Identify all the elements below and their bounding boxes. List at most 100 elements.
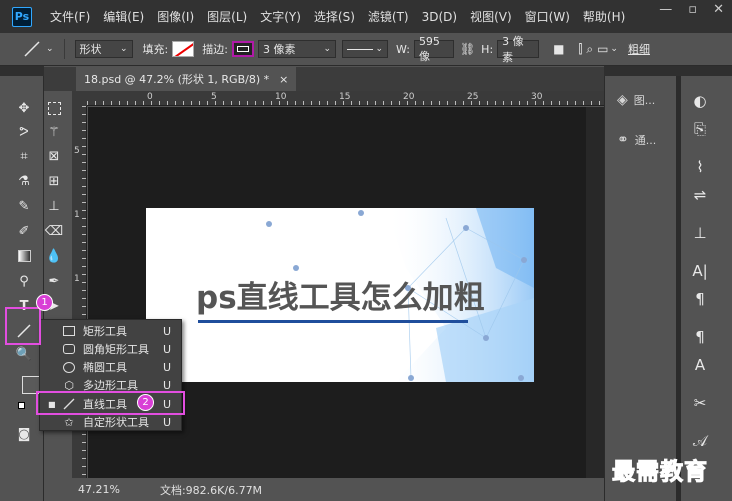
- menu-edit[interactable]: 编辑(E): [103, 8, 144, 25]
- character-styles-icon[interactable]: A: [688, 354, 712, 376]
- flyout-item-ellipse[interactable]: 椭圆工具 U: [40, 358, 181, 376]
- path-alignment-icon[interactable]: ⫿: [579, 42, 583, 57]
- line-tool-preset-icon[interactable]: [22, 39, 42, 59]
- toolbar-collapse-strip[interactable]: [0, 66, 44, 76]
- photoshop-logo: Ps: [12, 6, 32, 27]
- eyedropper-tool-icon[interactable]: ⚗: [14, 171, 34, 191]
- layers-panel-tab[interactable]: ◈ 图...: [617, 92, 655, 108]
- ruler-label: 1: [74, 210, 80, 220]
- menu-layer[interactable]: 图层(L): [207, 8, 247, 25]
- adjustments-icon[interactable]: ⇌: [688, 184, 712, 206]
- close-tab-icon[interactable]: ×: [279, 73, 288, 86]
- watermark: 最需教育: [612, 458, 708, 486]
- path-operations-icon[interactable]: ■: [553, 42, 564, 56]
- magic-wand-tool-icon[interactable]: ⚚: [44, 122, 64, 142]
- custom-shape-icon: ✩: [64, 415, 74, 429]
- fill-label: 填充:: [142, 43, 169, 56]
- brush-tool-icon[interactable]: ✎: [14, 196, 34, 216]
- close-icon[interactable]: ✕: [713, 2, 724, 17]
- flyout-item-shortcut: U: [162, 415, 171, 429]
- flyout-item-label: 椭圆工具: [83, 361, 127, 374]
- step-badge-2: 2: [137, 394, 154, 411]
- document-tab[interactable]: 18.psd @ 47.2% (形状 1, RGB/8) * ×: [76, 67, 297, 91]
- height-field[interactable]: 3 像素: [497, 35, 540, 64]
- history-brush-tool-icon[interactable]: ✐: [14, 221, 34, 241]
- libraries-icon[interactable]: ⎘: [688, 118, 712, 140]
- drawn-line-shape[interactable]: [198, 320, 468, 323]
- character-panel-icon[interactable]: A|: [688, 260, 712, 282]
- line-tool-highlight: [5, 307, 41, 345]
- width-value: 595 像: [418, 34, 440, 63]
- horizontal-ruler[interactable]: 0 5 10 15 20 25 30: [87, 91, 604, 106]
- gradient-tool-icon[interactable]: [14, 246, 34, 266]
- document-info[interactable]: 文档:982.6K/6.77M: [160, 482, 262, 498]
- minimize-icon[interactable]: —: [659, 2, 672, 17]
- menu-filter[interactable]: 滤镜(T): [368, 8, 409, 25]
- paragraph-styles-icon[interactable]: ¶: [688, 326, 712, 348]
- width-label: W:: [395, 42, 410, 56]
- flyout-item-rectangle[interactable]: 矩形工具 U: [40, 322, 181, 340]
- channels-icon: ⚭: [617, 132, 629, 148]
- stroke-width-field[interactable]: 3 像素 ⌄: [257, 40, 336, 58]
- chevron-down-icon[interactable]: ⌄: [610, 44, 618, 54]
- channels-label: 通...: [634, 134, 657, 147]
- stroke-width-value: 3 像素: [262, 43, 296, 56]
- stamp-tool-icon[interactable]: ⊥: [44, 196, 64, 216]
- search-icon[interactable]: ⌕: [586, 42, 593, 57]
- flyout-item-shortcut: U: [162, 360, 171, 374]
- link-icon[interactable]: ⛓: [460, 42, 475, 56]
- zoom-level[interactable]: 47.21%: [78, 483, 120, 496]
- patch-tool-icon[interactable]: ⊞: [44, 171, 64, 191]
- menu-file[interactable]: 文件(F): [50, 8, 90, 25]
- height-label: H:: [481, 42, 494, 56]
- rounded-rectangle-icon: [61, 342, 77, 356]
- color-panel-icon[interactable]: ◐: [688, 90, 712, 112]
- flyout-item-rounded-rectangle[interactable]: 圆角矩形工具 U: [40, 340, 181, 358]
- workspace-icon[interactable]: ▭: [597, 42, 608, 56]
- glyphs-icon[interactable]: 𝒜: [688, 430, 712, 452]
- channels-panel-tab[interactable]: ⚭ 通...: [617, 132, 656, 148]
- flyout-item-shortcut: U: [162, 324, 171, 338]
- maximize-icon[interactable]: ▫: [688, 2, 697, 17]
- menu-image[interactable]: 图像(I): [157, 8, 194, 25]
- menu-view[interactable]: 视图(V): [470, 8, 512, 25]
- fill-swatch[interactable]: [172, 41, 195, 57]
- flyout-item-custom-shape[interactable]: ✩ 自定形状工具 U: [40, 413, 181, 431]
- tool-presets-icon[interactable]: ✂: [688, 392, 712, 414]
- panels-collapse-strip[interactable]: [604, 66, 732, 76]
- menu-3d[interactable]: 3D(D): [422, 10, 457, 24]
- marquee-tool-icon[interactable]: [44, 98, 64, 118]
- flyout-item-shortcut: U: [162, 342, 171, 356]
- pen-tool-icon[interactable]: ✒: [44, 271, 64, 291]
- default-colors-icon[interactable]: [18, 402, 25, 409]
- tool-mode-value: 形状: [79, 43, 102, 56]
- paragraph-panel-icon[interactable]: ¶: [688, 288, 712, 310]
- flyout-item-shortcut: U: [162, 378, 171, 392]
- flyout-item-label: 矩形工具: [83, 325, 127, 338]
- chevron-down-icon: ⌄: [120, 44, 128, 54]
- menu-select[interactable]: 选择(S): [314, 8, 355, 25]
- brush-settings-icon[interactable]: ⌇: [688, 156, 712, 178]
- menu-help[interactable]: 帮助(H): [583, 8, 625, 25]
- menu-window[interactable]: 窗口(W): [525, 8, 570, 25]
- menu-type[interactable]: 文字(Y): [260, 8, 301, 25]
- ruler-label: 1: [74, 274, 80, 284]
- eraser-tool-icon[interactable]: ⌫: [44, 221, 64, 241]
- quick-mask-icon[interactable]: ◙: [14, 424, 34, 444]
- zoom-tool-icon[interactable]: 🔍: [14, 344, 34, 364]
- document-canvas[interactable]: ps直线工具怎么加粗: [146, 208, 534, 382]
- tool-mode-select[interactable]: 形状 ⌄: [74, 40, 133, 58]
- frame-tool-icon[interactable]: ⊠: [44, 146, 64, 166]
- height-value: 3 像素: [502, 35, 524, 64]
- stroke-swatch[interactable]: [231, 41, 254, 57]
- crop-tool-icon[interactable]: ⌗: [14, 146, 34, 166]
- dodge-tool-icon[interactable]: ⚲: [14, 271, 34, 291]
- width-field[interactable]: 595 像: [413, 35, 454, 63]
- stroke-style-select[interactable]: ⌄: [341, 40, 388, 58]
- move-tool-icon[interactable]: ✥: [14, 98, 34, 118]
- lasso-tool-icon[interactable]: ᕗ: [14, 122, 34, 142]
- blur-tool-icon[interactable]: 💧: [44, 246, 64, 266]
- chevron-down-icon: ⌄: [323, 44, 331, 54]
- chevron-down-icon[interactable]: ⌄: [46, 44, 54, 54]
- clone-source-icon[interactable]: ⊥: [688, 222, 712, 244]
